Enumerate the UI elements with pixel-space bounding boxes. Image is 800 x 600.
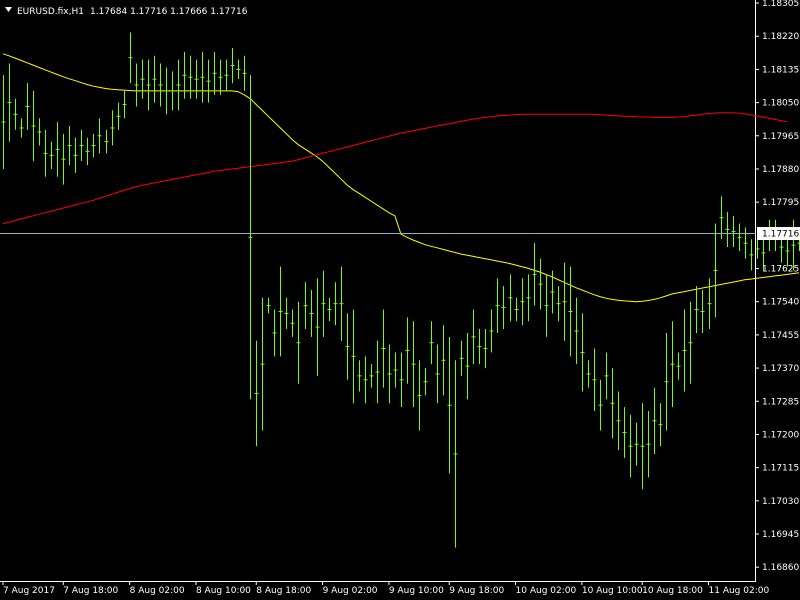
ohlc-values: 1.17684 1.17716 1.17666 1.17716 xyxy=(90,7,248,17)
price-tick-label: 1.18050 xyxy=(762,99,799,109)
time-tick-label: 9 Aug 02:00 xyxy=(323,586,378,596)
time-tick-label: 11 Aug 02:00 xyxy=(709,586,770,596)
price-tick-label: 1.17285 xyxy=(762,397,799,407)
price-chart[interactable]: EURUSD.fix,H1 1.17684 1.17716 1.17666 1.… xyxy=(0,0,800,600)
time-tick-label: 10 Aug 02:00 xyxy=(516,586,577,596)
time-tick-label: 7 Aug 2017 xyxy=(3,586,55,596)
time-tick-label: 10 Aug 10:00 xyxy=(582,586,643,596)
price-tick-label: 1.16860 xyxy=(762,563,799,573)
price-tick-label: 1.17965 xyxy=(762,132,799,142)
price-tick-label: 1.17200 xyxy=(762,430,799,440)
price-tick-label: 1.16945 xyxy=(762,530,799,540)
price-tick-label: 1.18220 xyxy=(762,32,799,42)
time-tick-label: 8 Aug 02:00 xyxy=(130,586,185,596)
time-tick-label: 8 Aug 18:00 xyxy=(256,586,311,596)
time-tick-label: 8 Aug 10:00 xyxy=(196,586,251,596)
current-price-label: 1.17716 xyxy=(762,230,799,240)
time-tick-label: 7 Aug 18:00 xyxy=(63,586,118,596)
price-tick-label: 1.17540 xyxy=(762,298,799,308)
price-tick-label: 1.17115 xyxy=(762,464,799,474)
price-tick-label: 1.17455 xyxy=(762,331,799,341)
symbol-label: EURUSD.fix,H1 xyxy=(17,7,84,17)
time-tick-label: 9 Aug 10:00 xyxy=(389,586,444,596)
time-tick-label: 9 Aug 18:00 xyxy=(449,586,504,596)
price-tick-label: 1.17030 xyxy=(762,497,799,507)
price-tick-label: 1.17370 xyxy=(762,364,799,374)
price-tick-label: 1.18305 xyxy=(762,0,799,9)
price-tick-label: 1.17880 xyxy=(762,165,799,175)
price-tick-label: 1.17625 xyxy=(762,265,799,275)
price-tick-label: 1.18135 xyxy=(762,65,799,75)
price-tick-label: 1.17795 xyxy=(762,198,799,208)
time-tick-label: 10 Aug 18:00 xyxy=(642,586,703,596)
